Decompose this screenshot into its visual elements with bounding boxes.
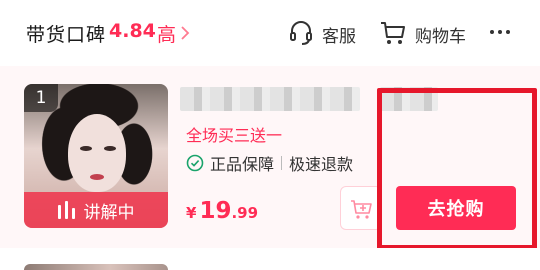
price-currency: ¥: [186, 204, 197, 222]
live-shop-panel: 带货口碑 4.84 高 客服 购物车 1 讲解中 全场买三送一 正品保障 极速退…: [0, 0, 540, 270]
guarantee-fast-refund: 极速退款: [289, 155, 354, 174]
guarantee-authentic: 正品保障: [210, 155, 275, 174]
cart-label[interactable]: 购物车: [415, 22, 466, 47]
live-bars-icon: [57, 201, 78, 219]
product-title-redacted: [180, 87, 360, 111]
price-decimal: .99: [231, 204, 259, 222]
product-thumbnail[interactable]: 1 讲解中: [24, 84, 168, 228]
reputation-level[interactable]: 高: [157, 20, 176, 47]
reputation-score[interactable]: 4.84: [109, 20, 156, 42]
more-icon[interactable]: [487, 22, 513, 42]
cart-plus-icon: [351, 200, 372, 219]
next-product-thumbnail[interactable]: [24, 264, 168, 270]
next-product-card[interactable]: [0, 248, 540, 270]
panel-header: 带货口碑 4.84 高 客服 购物车: [0, 0, 540, 66]
price-integer: 19: [199, 198, 232, 224]
service-label[interactable]: 客服: [322, 22, 356, 47]
price: ¥ 19 .99: [186, 198, 258, 224]
add-to-cart-button[interactable]: [340, 186, 382, 230]
chevron-right-icon[interactable]: [180, 26, 190, 40]
guarantee-row: 正品保障 极速退款: [186, 152, 353, 174]
cart-icon[interactable]: [379, 20, 407, 46]
highlight-box: [377, 88, 537, 250]
divider: [281, 156, 283, 170]
check-circle-icon: [186, 154, 204, 172]
live-explaining-badge: 讲解中: [24, 192, 168, 228]
promo-text: 全场买三送一: [186, 126, 283, 145]
headset-icon[interactable]: [288, 20, 314, 46]
product-index-badge: 1: [24, 84, 58, 112]
live-label: 讲解中: [83, 202, 135, 223]
reputation-title: 带货口碑: [26, 24, 107, 46]
